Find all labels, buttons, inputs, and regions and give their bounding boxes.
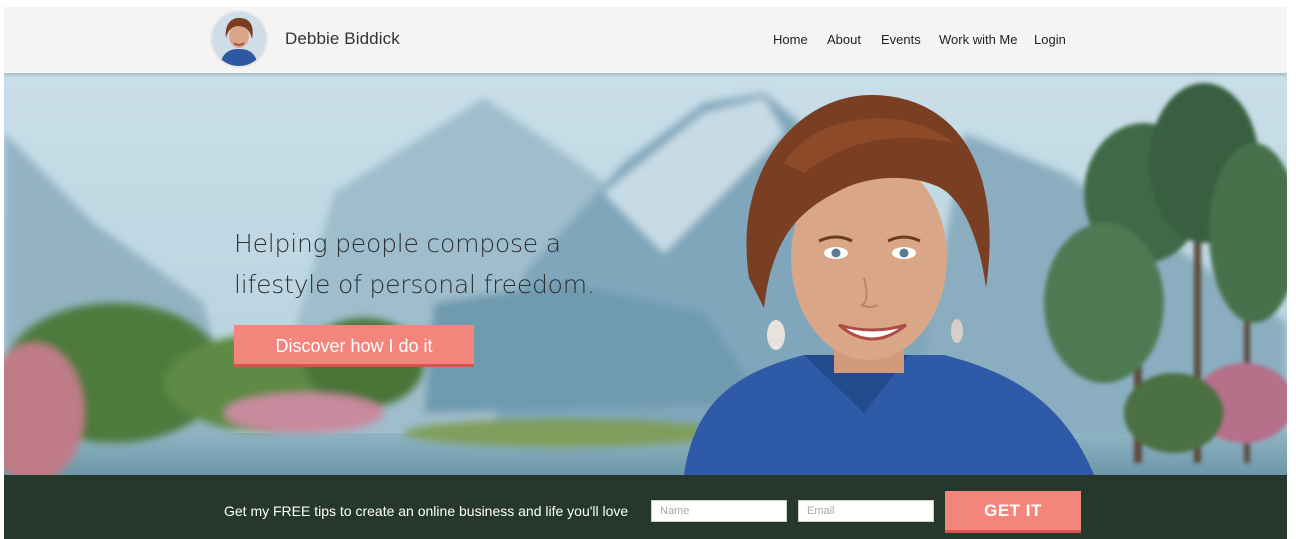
discover-button[interactable]: Discover how I do it: [234, 325, 474, 367]
signup-text: Get my FREE tips to create an online bus…: [224, 503, 629, 519]
hero-banner: Helping people compose a lifestyle of pe…: [4, 73, 1287, 475]
get-it-button[interactable]: GET IT: [945, 491, 1081, 533]
hero-headline-line-2: lifestyle of personal freedom.: [234, 270, 595, 299]
hero-background-image: [4, 73, 1287, 475]
hero-headline: Helping people compose a lifestyle of pe…: [234, 223, 595, 305]
site-header: Debbie Biddick Home About Events Work wi…: [4, 7, 1287, 73]
nav-work-with-me[interactable]: Work with Me: [939, 32, 1018, 47]
signup-bar: Get my FREE tips to create an online bus…: [4, 475, 1287, 539]
nav-login[interactable]: Login: [1034, 32, 1066, 47]
name-field[interactable]: [651, 500, 787, 522]
nav-events[interactable]: Events: [881, 32, 921, 47]
avatar[interactable]: [212, 12, 266, 66]
page: Debbie Biddick Home About Events Work wi…: [4, 7, 1287, 539]
hero-headline-line-1: Helping people compose a: [234, 229, 561, 258]
site-name[interactable]: Debbie Biddick: [285, 29, 400, 49]
nav-about[interactable]: About: [827, 32, 861, 47]
nav-home[interactable]: Home: [773, 32, 808, 47]
email-field[interactable]: [798, 500, 934, 522]
